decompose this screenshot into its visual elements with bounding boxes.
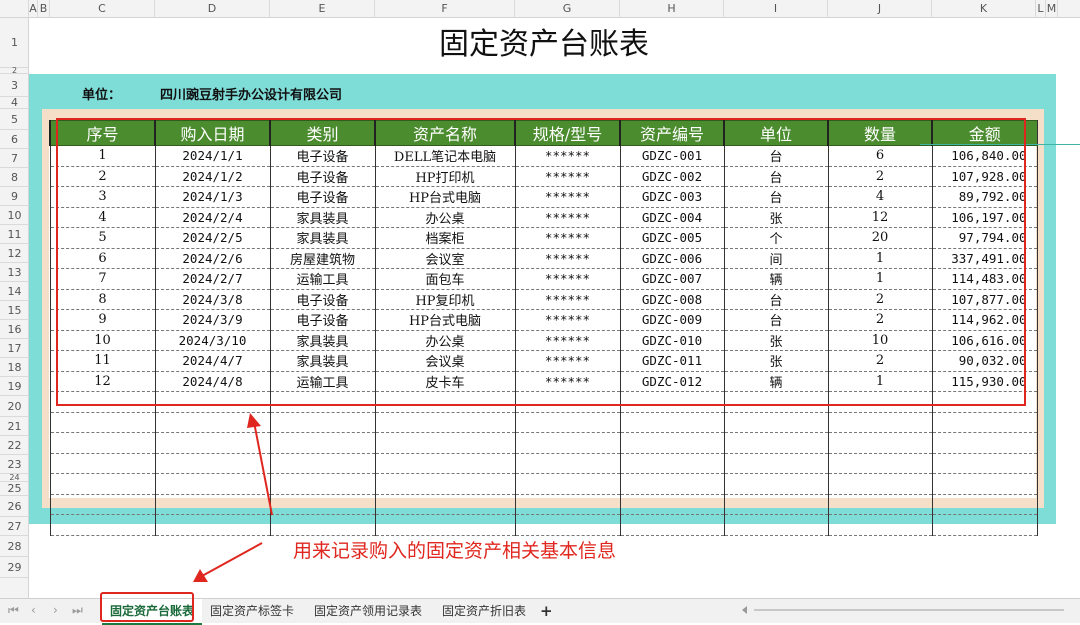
arrow-down-line: [201, 542, 263, 577]
add-sheet-button[interactable]: +: [532, 599, 561, 623]
prev-sheet-icon[interactable]: ‹: [31, 603, 36, 617]
tab-asset-depreciation[interactable]: 固定资产折旧表: [434, 599, 534, 623]
tab-asset-usage-record[interactable]: 固定资产领用记录表: [306, 599, 430, 623]
scroll-left-icon[interactable]: [742, 606, 747, 614]
scroll-track[interactable]: [754, 609, 1064, 611]
active-tab-highlight: [100, 592, 194, 622]
arrow-down-head: [193, 569, 208, 582]
arrow-up-head: [247, 413, 261, 428]
tab-asset-label-card[interactable]: 固定资产标签卡: [202, 599, 302, 623]
last-sheet-icon[interactable]: ⏭: [72, 603, 83, 618]
annotation-arrows: [193, 413, 273, 582]
next-sheet-icon[interactable]: ›: [53, 603, 58, 617]
annotation-text: 用来记录购入的固定资产相关基本信息: [293, 540, 617, 562]
arrow-up-line: [253, 421, 273, 516]
horizontal-scrollbar[interactable]: [740, 604, 1076, 616]
first-sheet-icon[interactable]: ⏮: [8, 603, 19, 618]
